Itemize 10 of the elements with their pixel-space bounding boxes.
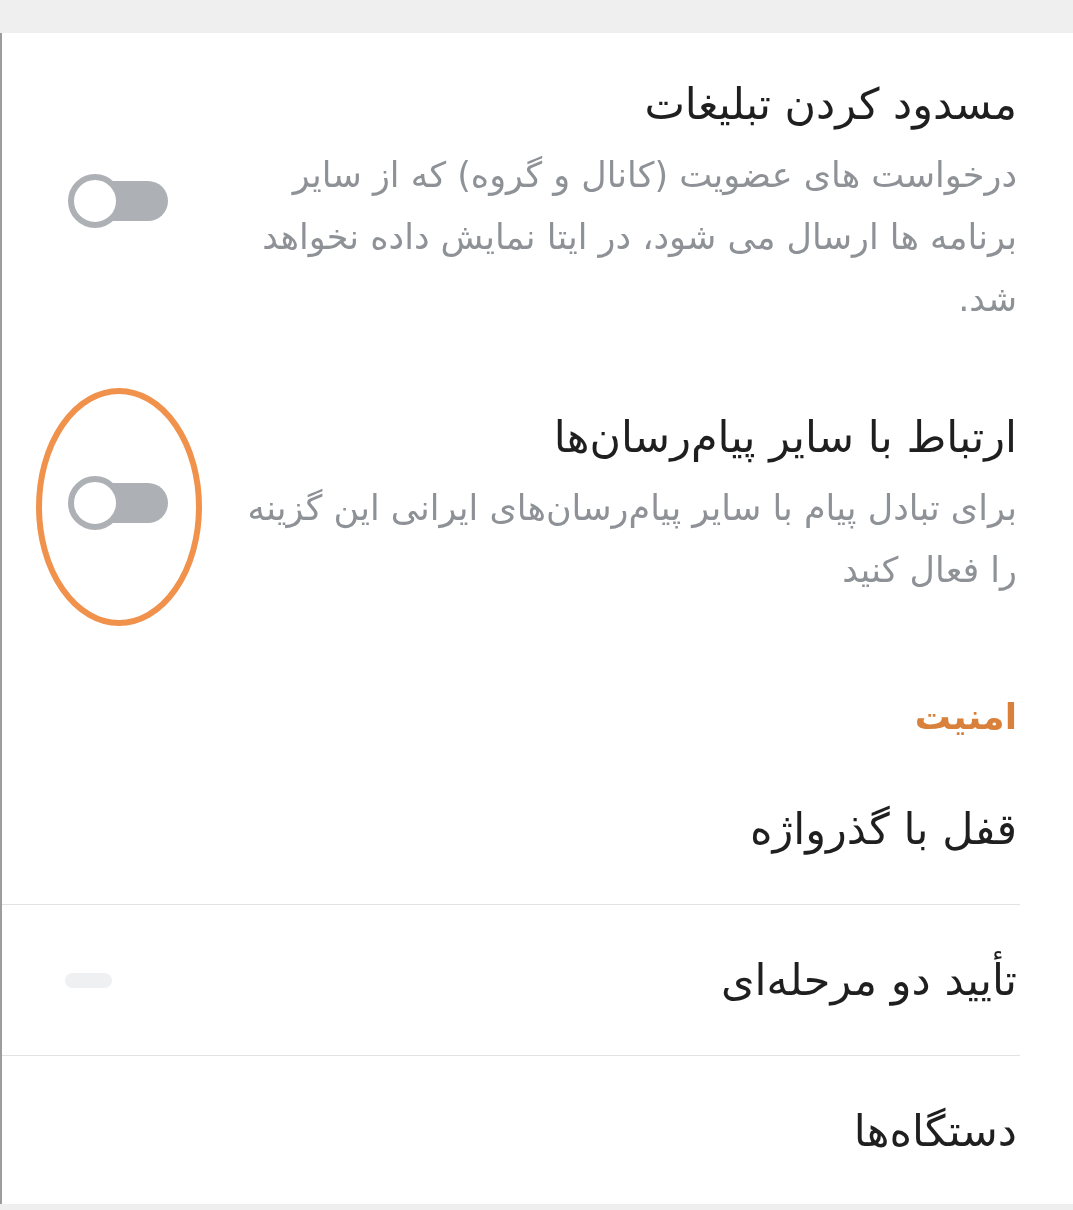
setting-title: ارتباط با سایر پیام‌رسان‌ها: [552, 411, 1017, 465]
section-header: امنیت: [913, 695, 1018, 739]
settings-link[interactable]: دستگاه‌ها: [853, 1101, 1017, 1161]
setting-description: درخواست های عضویت (کانال و گروه) که از سایر برنامه ها ارسال می شود، در ایتا نمایش داده نخواهد شد.: [261, 154, 1017, 321]
toggle-switch[interactable]: [68, 174, 168, 228]
settings-link[interactable]: قفل با گذرواژه: [749, 799, 1017, 859]
settings-link[interactable]: تأیید دو مرحله‌ای: [720, 950, 1017, 1010]
setting-description: برای تبادل پیام با سایر پیام‌رسان‌های ایرانی این گزینه را فعال کنید: [246, 487, 1017, 593]
setting-title: مسدود کردن تبلیغات: [643, 78, 1017, 132]
toggle-switch[interactable]: [68, 476, 168, 530]
